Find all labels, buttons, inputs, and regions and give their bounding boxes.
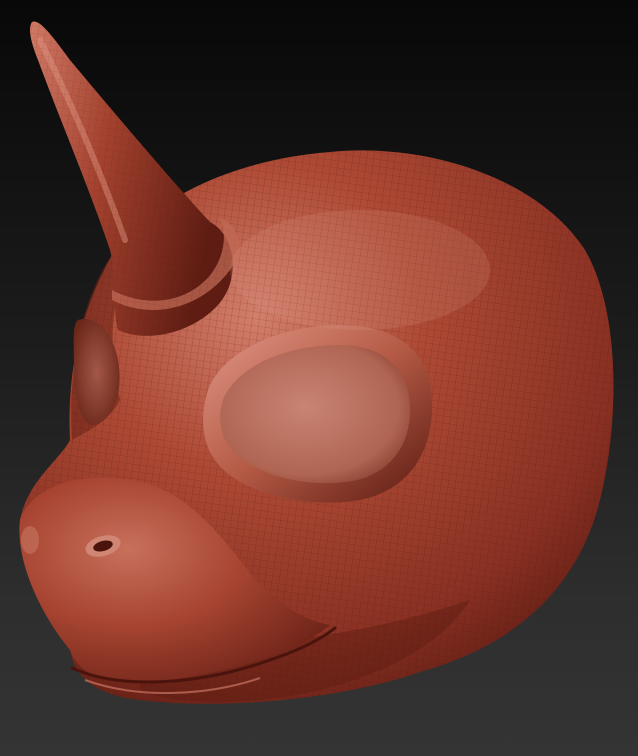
- horn: [30, 21, 239, 336]
- cheek-highlight: [230, 210, 490, 330]
- sculpt-viewport[interactable]: [0, 0, 638, 756]
- head-model: [19, 21, 614, 704]
